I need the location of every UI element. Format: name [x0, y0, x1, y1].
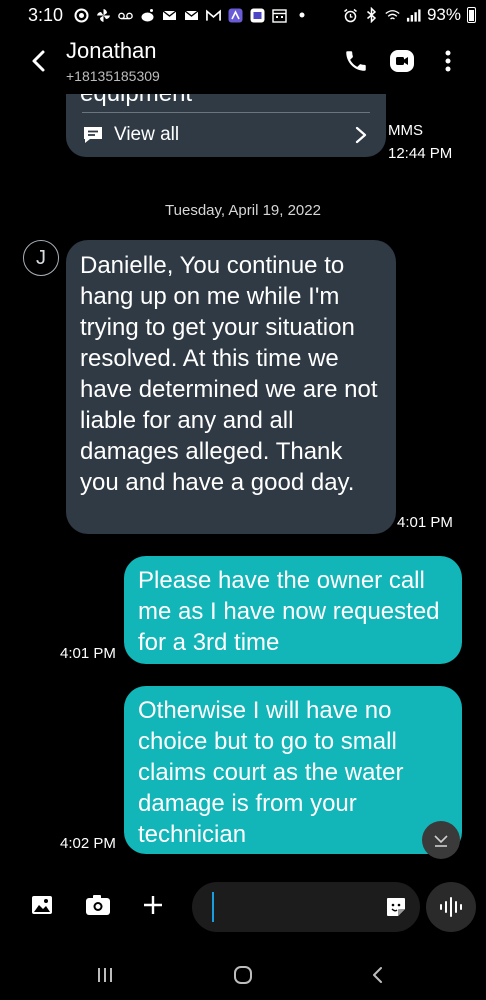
status-right: 93%: [343, 5, 476, 25]
email-icon: [162, 8, 177, 23]
wifi-icon: [385, 8, 400, 23]
call-button[interactable]: [341, 46, 371, 76]
back-button[interactable]: [24, 46, 54, 76]
recents-icon: [98, 968, 112, 982]
back-icon: [32, 50, 45, 72]
camera-button[interactable]: [81, 888, 115, 922]
chevron-right-icon: [355, 126, 367, 144]
status-time: 3:10: [28, 4, 64, 25]
divider: [82, 112, 370, 113]
video-call-button[interactable]: [387, 46, 417, 76]
message-time: 4:01 PM: [397, 514, 453, 531]
pinwheel-icon: [96, 8, 111, 23]
outgoing-message-bubble[interactable]: Otherwise I will have no choice but to g…: [124, 686, 462, 854]
message-time: 4:02 PM: [60, 835, 116, 852]
voicemail-icon: [118, 8, 133, 23]
battery-icon: [467, 7, 476, 23]
message-text: Otherwise I will have no choice but to g…: [138, 697, 404, 848]
video-call-icon: [390, 50, 414, 72]
sticker-icon: [387, 898, 405, 916]
phone-icon: [346, 51, 366, 71]
more-icon: [445, 50, 451, 72]
message-icon: [84, 127, 102, 143]
compose-bar: [0, 878, 486, 934]
message-time: 12:44 PM: [388, 145, 453, 162]
message-list[interactable]: equipment View all MMS 12:44 PM Tuesday,…: [0, 94, 486, 864]
email-icon: [184, 8, 199, 23]
calendar-icon: [272, 8, 287, 23]
recents-button[interactable]: [90, 960, 120, 990]
outgoing-message-bubble[interactable]: Please have the owner call me as I have …: [124, 556, 462, 664]
view-all-button[interactable]: View all: [82, 120, 370, 150]
back-nav-icon: [373, 967, 382, 983]
home-button[interactable]: [228, 960, 258, 990]
incoming-message-bubble[interactable]: Danielle, You continue to hang up on me …: [66, 240, 396, 534]
sticker-button[interactable]: [384, 895, 408, 919]
gallery-icon: [32, 896, 52, 914]
message-time: 4:01 PM: [60, 645, 116, 662]
app-icon: [228, 8, 243, 23]
gallery-button[interactable]: [25, 888, 59, 922]
message-text: Please have the owner call me as I have …: [138, 567, 440, 656]
reddit-icon: [140, 8, 155, 23]
conversation-header: Jonathan +18135185309: [0, 38, 486, 88]
mms-type-label: MMS: [388, 122, 423, 139]
bluetooth-icon: [364, 7, 379, 23]
system-nav-bar: [0, 950, 486, 1000]
date-separator: Tuesday, April 19, 2022: [165, 202, 321, 219]
battery-percent: 93%: [426, 5, 461, 24]
contact-avatar[interactable]: J: [23, 240, 59, 276]
nav-back-button[interactable]: [363, 960, 393, 990]
contact-number: +18135185309: [66, 68, 160, 84]
scroll-to-bottom-button[interactable]: [422, 821, 460, 859]
text-cursor: [212, 892, 214, 922]
scroll-down-icon: [434, 835, 448, 847]
plus-icon: [144, 896, 162, 914]
camera-icon: [86, 895, 110, 915]
news-icon: [250, 8, 265, 23]
dot-icon: [294, 8, 309, 23]
mms-message-card[interactable]: equipment View all: [66, 94, 386, 157]
message-text: Danielle, You continue to hang up on me …: [80, 252, 378, 496]
gmail-icon: [206, 8, 221, 23]
voice-icon: [440, 897, 462, 917]
voice-input-button[interactable]: [426, 882, 476, 932]
more-options-button[interactable]: [433, 46, 463, 76]
attach-button[interactable]: [136, 888, 170, 922]
contact-name[interactable]: Jonathan: [66, 38, 157, 64]
home-icon: [234, 966, 252, 984]
view-all-label: View all: [114, 124, 180, 145]
status-left: 3:10: [28, 5, 309, 26]
mms-partial-text: equipment: [80, 94, 192, 108]
signal-icon: [406, 8, 421, 23]
dnd-circle-icon: [74, 8, 89, 23]
alarm-icon: [343, 8, 358, 23]
status-bar: 3:10 93%: [0, 0, 486, 30]
